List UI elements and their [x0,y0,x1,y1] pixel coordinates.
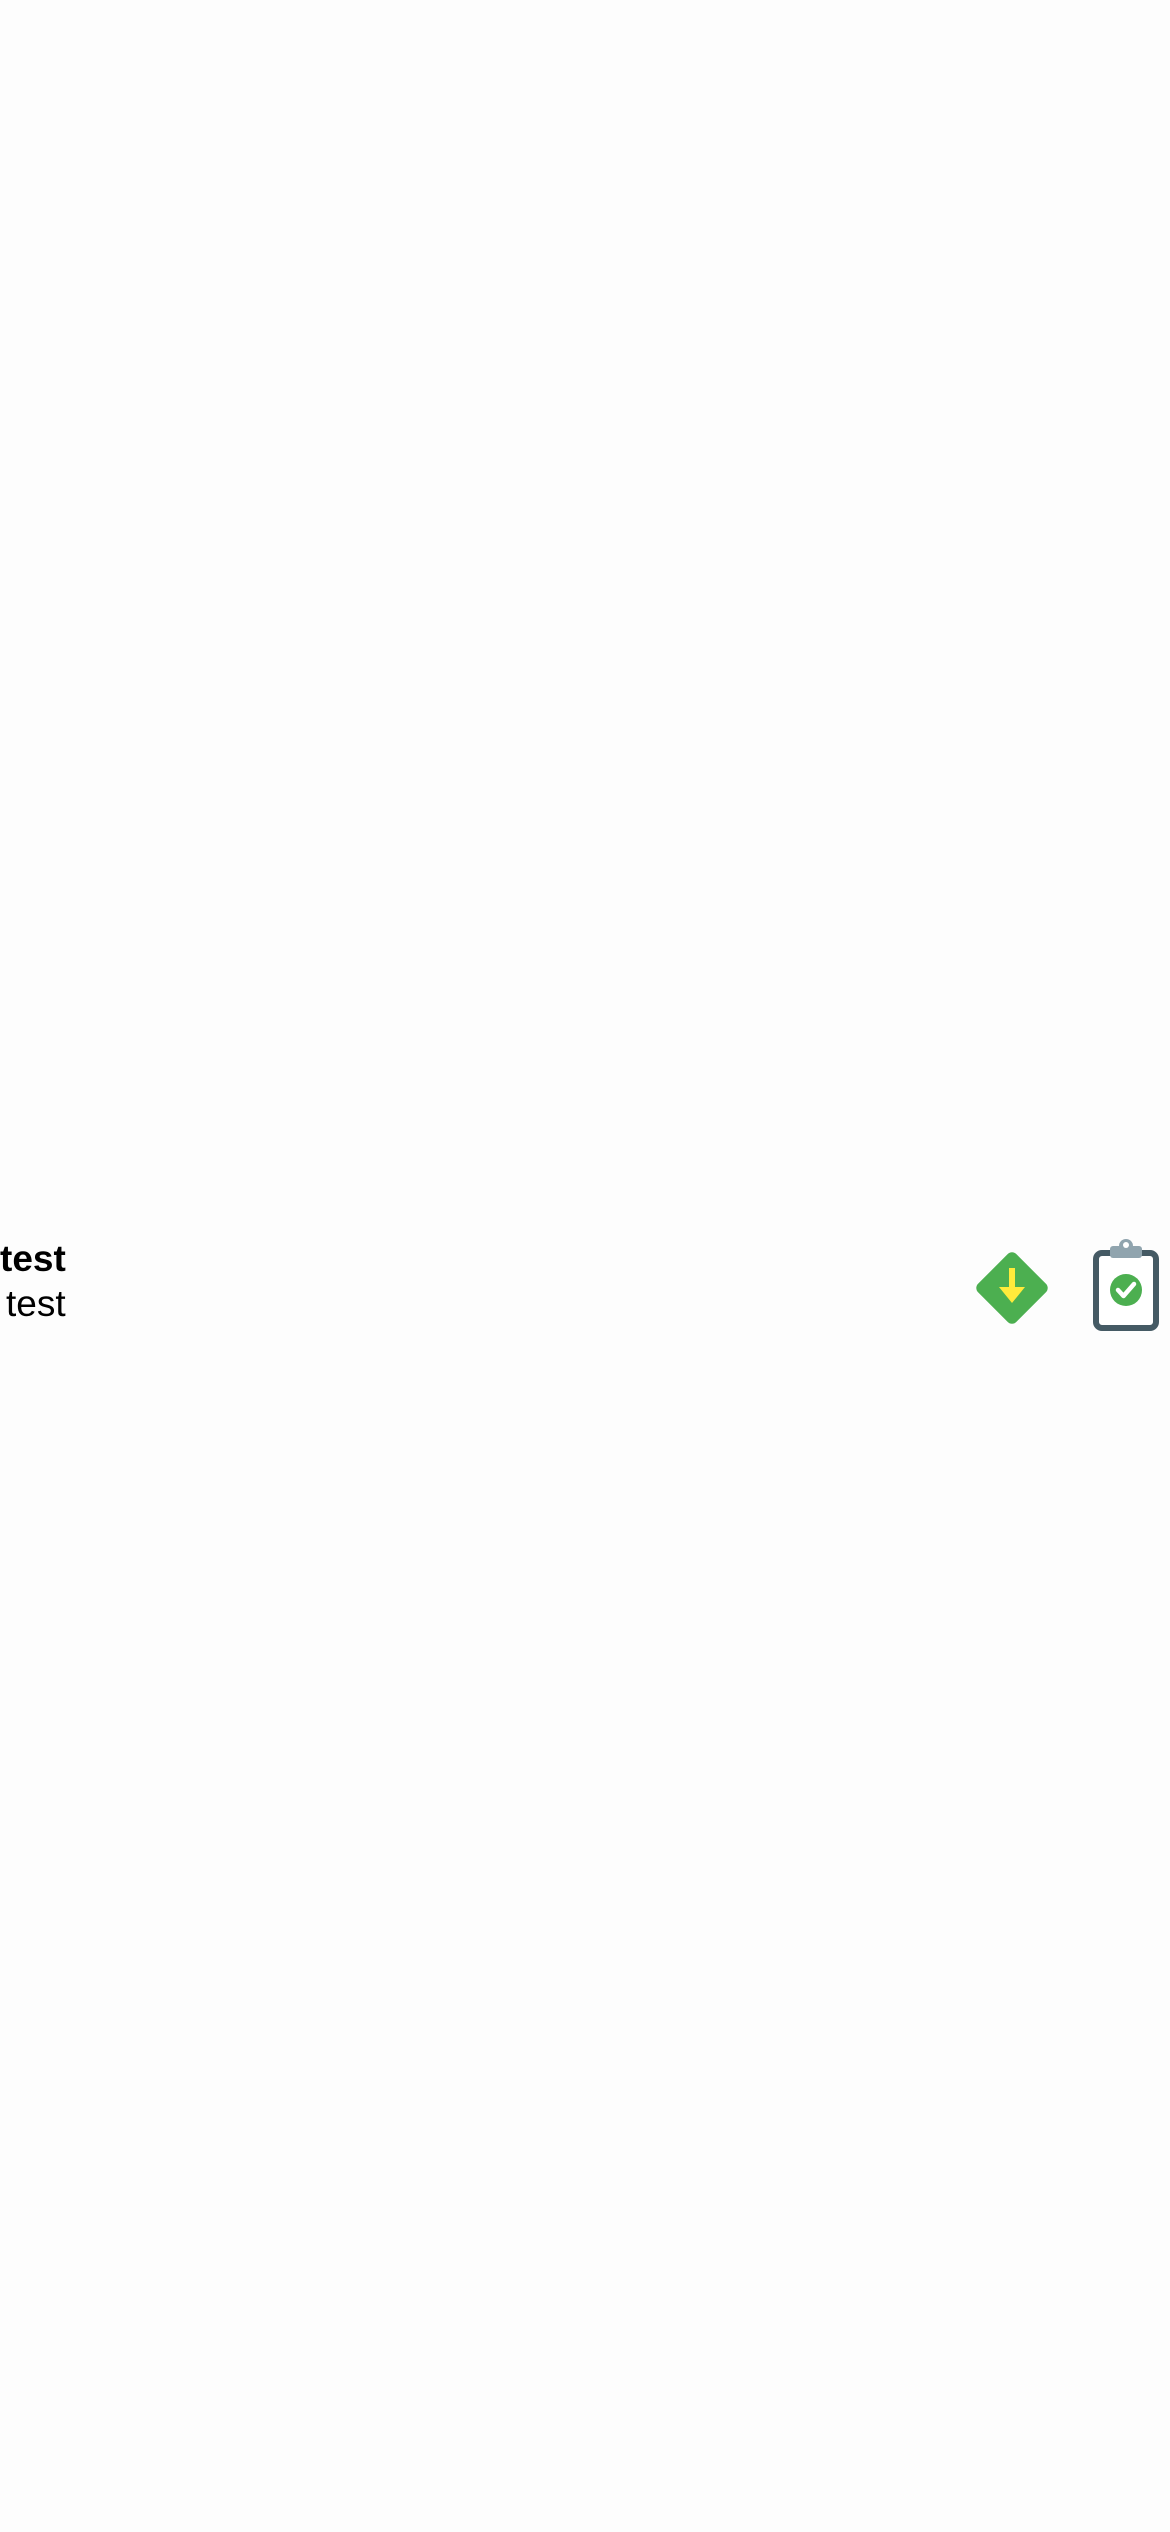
list-item-subtitle: test [6,1283,66,1324]
screen: test test [0,0,1170,2532]
list-item-text: test test [0,1238,120,1328]
list-item[interactable]: test test [0,1228,1170,1348]
clipboard-check-icon [1093,1239,1159,1331]
clipboard-check-button[interactable] [1092,1238,1160,1334]
download-diamond-button[interactable] [966,1242,1058,1334]
download-diamond-icon [976,1252,1048,1324]
list-item-title: test [0,1238,66,1279]
